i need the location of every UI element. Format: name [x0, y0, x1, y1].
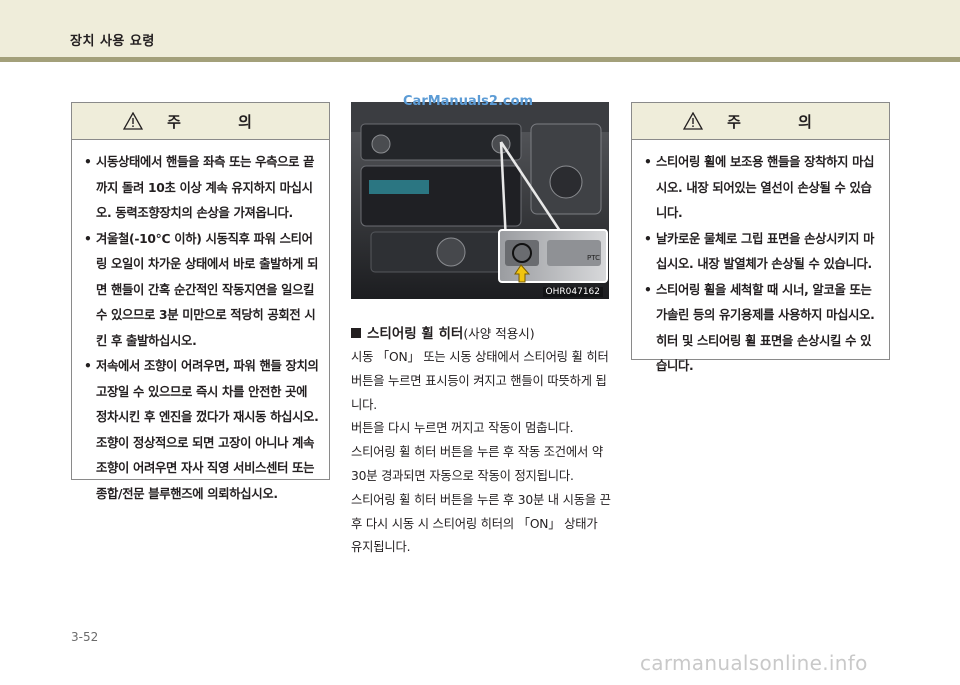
ptc-label: PTC [587, 254, 600, 262]
caution-title: 주 의 [727, 112, 838, 131]
square-bullet-icon [351, 328, 361, 338]
caution-item: • 겨울철(-10℃ 이하) 시동직후 파워 스티어링 오일이 차가운 상태에서 … [84, 231, 319, 348]
caution-item: • 시동상태에서 핸들을 좌측 또는 우측으로 끝까지 돌려 10초 이상 계속 … [84, 155, 315, 220]
caution-header: 주 의 [72, 103, 329, 140]
warning-triangle-icon [123, 112, 144, 130]
section-title: 스티어링 휠 히터 [367, 326, 464, 342]
section-heading: 스티어링 휠 히터(사양 적용시) [351, 322, 535, 342]
page-number: 3-52 [71, 630, 99, 644]
header-rule [0, 57, 960, 62]
site-watermark: CarManuals2.com [403, 94, 534, 109]
footer-watermark: carmanualsonline.info [640, 651, 868, 675]
dashboard-illustration: PTC [351, 102, 609, 299]
paragraph: 시동 「ON」 또는 시동 상태에서 스티어링 휠 히터 버튼을 누르면 표시등… [351, 350, 609, 412]
section-subtitle: (사양 적용시) [463, 326, 535, 341]
caution-box-right: 주 의 • 스티어링 휠에 보조용 핸들을 장착하지 마십시오. 내장 되어있는 … [631, 102, 890, 373]
caution-header: 주 의 [632, 103, 889, 140]
dashboard-photo: PTC OHR047162 [351, 102, 609, 299]
warning-triangle-icon [683, 112, 704, 130]
caution-box-left: 주 의 • 시동상태에서 핸들을 좌측 또는 우측으로 끝까지 돌려 10초 이상… [71, 102, 330, 501]
caution-list: • 스티어링 휠에 보조용 핸들을 장착하지 마십시오. 내장 되어있는 열선이 … [632, 140, 889, 380]
paragraph: 스티어링 휠 히터 버튼을 누른 후 30분 내 시동을 끈 후 다시 시동 시… [351, 492, 611, 555]
caution-item: • 스티어링 휠을 세척할 때 시너, 알코올 또는 가솔린 등의 유기용제를 사… [644, 282, 875, 374]
caution-list: • 시동상태에서 핸들을 좌측 또는 우측으로 끝까지 돌려 10초 이상 계속 … [72, 140, 329, 507]
paragraph: 버튼을 다시 누르면 꺼지고 작동이 멈춥니다. [351, 421, 574, 436]
page-header-title: 장치 사용 요령 [70, 34, 155, 49]
caution-item: • 저속에서 조향이 어려우면, 파워 핸들 장치의 고장일 수 있으므로 즉시 … [84, 359, 319, 501]
photo-code: OHR047162 [542, 287, 603, 297]
section-body: 시동 「ON」 또는 시동 상태에서 스티어링 휠 히터 버튼을 누르면 표시등… [351, 346, 611, 560]
caution-title: 주 의 [167, 112, 278, 131]
caution-item: • 날카로운 물체로 그립 표면을 손상시키지 마십시오. 내장 발열체가 손상될… [644, 231, 875, 272]
paragraph: 스티어링 휠 히터 버튼을 누른 후 작동 조건에서 약 30분 경과되면 자동… [351, 445, 603, 483]
caution-item: • 스티어링 휠에 보조용 핸들을 장착하지 마십시오. 내장 되어있는 열선이 … [644, 155, 875, 220]
